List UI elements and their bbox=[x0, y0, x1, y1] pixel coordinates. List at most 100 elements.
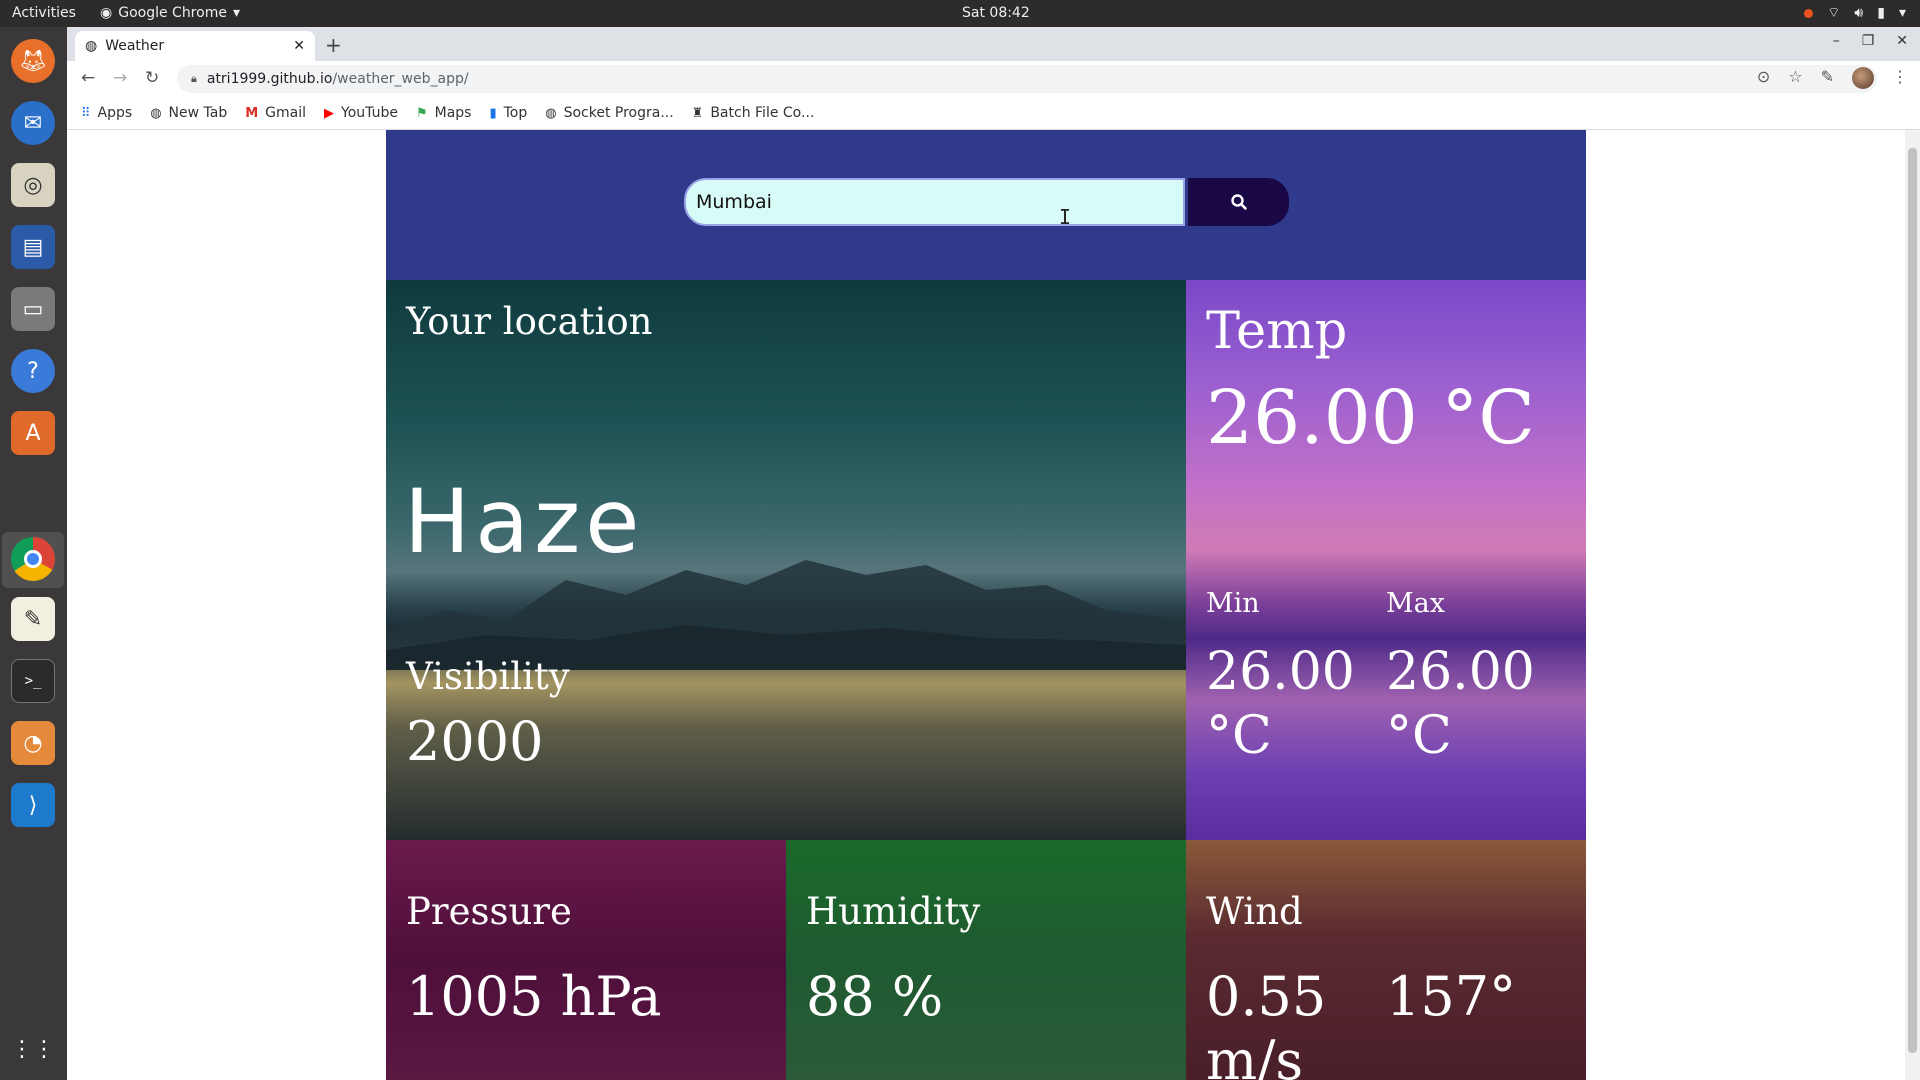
software-center-icon[interactable]: A bbox=[11, 411, 55, 455]
back-icon[interactable]: ← bbox=[81, 68, 95, 88]
bar-chart-icon: ▮ bbox=[489, 105, 497, 121]
text-cursor-icon: I bbox=[1059, 205, 1072, 229]
address-bar[interactable]: 🔒︎ atri1999.github.io /weather_web_app/ bbox=[177, 65, 1877, 93]
system-tray[interactable]: ⌔ 🔊︎ ▮ ▾ bbox=[1804, 4, 1906, 22]
tab-weather[interactable]: ◍ Weather ✕ bbox=[75, 31, 315, 61]
pressure-card: Pressure 1005 hPa bbox=[386, 840, 786, 1080]
firefox-icon[interactable]: 🦊︎ bbox=[11, 39, 55, 83]
window-controls: – ❐ ✕ bbox=[1833, 33, 1908, 49]
visibility-label: Visibility bbox=[406, 655, 570, 698]
battery-icon: ▮ bbox=[1877, 5, 1885, 21]
globe-icon: ◍ bbox=[85, 38, 98, 54]
bookmark-socket-programming[interactable]: ◍ Socket Progra... bbox=[545, 105, 673, 121]
scrollbar-thumb[interactable] bbox=[1908, 148, 1917, 1053]
location-label: Your location bbox=[406, 300, 653, 343]
min-temp-value: 26.00 °C bbox=[1206, 642, 1355, 766]
chrome-dock-icon[interactable] bbox=[11, 537, 55, 581]
pressure-label: Pressure bbox=[406, 890, 572, 933]
chevron-down-icon: ▾ bbox=[232, 5, 240, 21]
temperature-card: Temp 26.00 °C Min Max 26.00 °C 26.00 °C bbox=[1186, 280, 1586, 840]
location-card: Your location Haze Visibility 2000 bbox=[386, 280, 1186, 840]
humidity-value: 88 % bbox=[806, 965, 944, 1028]
visibility-value: 2000 bbox=[406, 710, 544, 773]
vscode-icon[interactable]: ⟩ bbox=[11, 783, 55, 827]
thunderbird-icon[interactable]: ✉ bbox=[11, 101, 55, 145]
search-header: I bbox=[386, 130, 1586, 280]
files-icon[interactable]: ▭ bbox=[11, 287, 55, 331]
pressure-value: 1005 hPa bbox=[406, 965, 662, 1028]
blender-icon[interactable]: ◔ bbox=[11, 721, 55, 765]
bookmark-new-tab[interactable]: ◍ New Tab bbox=[150, 105, 227, 121]
search-icon bbox=[1230, 194, 1247, 210]
bookmark-label: Gmail bbox=[265, 105, 307, 121]
gmail-icon: M bbox=[245, 105, 259, 121]
tab-title: Weather bbox=[105, 38, 165, 54]
app-menu-label: Google Chrome bbox=[118, 5, 227, 21]
libreoffice-writer-icon[interactable]: ▤ bbox=[11, 225, 55, 269]
temp-label: Temp bbox=[1206, 302, 1348, 361]
profile-avatar[interactable] bbox=[1852, 67, 1874, 89]
restore-icon[interactable]: ❐ bbox=[1862, 33, 1875, 49]
wifi-icon: ⌔ bbox=[1827, 5, 1841, 21]
bookmark-label: Socket Progra... bbox=[563, 105, 674, 121]
bookmark-label: New Tab bbox=[168, 105, 228, 121]
forward-icon[interactable]: → bbox=[113, 68, 127, 88]
toolbar-actions: ⊙ ☆ ✎ ⋮ bbox=[1757, 67, 1908, 89]
text-editor-icon[interactable]: ✎ bbox=[11, 597, 55, 641]
terminal-icon[interactable]: >_ bbox=[11, 659, 55, 703]
bookmark-maps[interactable]: ⚑ Maps bbox=[416, 105, 472, 121]
dock: 🦊︎ ✉ ◎ ▤ ▭ ? A ✎ >_ ◔ ⟩ ⋮⋮ bbox=[0, 27, 67, 1080]
show-applications-icon[interactable]: ⋮⋮ bbox=[11, 1027, 55, 1071]
wind-card: Wind 0.55 m/s 157° bbox=[1186, 840, 1586, 1080]
page-viewport: I Your location Haze Visibility 2000 Tem… bbox=[67, 130, 1920, 1080]
help-icon[interactable]: ? bbox=[11, 349, 55, 393]
weather-condition: Haze bbox=[404, 470, 645, 573]
wind-direction-value: 157° bbox=[1386, 965, 1517, 1028]
close-window-icon[interactable]: ✕ bbox=[1896, 33, 1908, 49]
bookmarks-bar: ⠿ Apps ◍ New Tab M Gmail ▶ YouTube ⚑ Maps ▮ To… bbox=[67, 97, 1920, 130]
clock[interactable]: Sat 08:42 bbox=[962, 5, 1030, 21]
bookmark-batch-file[interactable]: ♜ Batch File Co... bbox=[692, 105, 815, 121]
notification-dot-icon bbox=[1804, 8, 1814, 18]
maps-icon: ⚑ bbox=[415, 105, 428, 121]
extensions-icon[interactable]: ✎ bbox=[1821, 67, 1834, 89]
location-icon[interactable]: ⊙ bbox=[1757, 67, 1770, 89]
search-button[interactable] bbox=[1188, 178, 1289, 226]
wind-label: Wind bbox=[1206, 890, 1303, 933]
bookmark-youtube[interactable]: ▶ YouTube bbox=[324, 105, 398, 121]
bookmark-apps[interactable]: ⠿ Apps bbox=[81, 105, 132, 121]
volume-icon: 🔊︎ bbox=[1854, 5, 1864, 21]
globe-icon: ◍ bbox=[545, 105, 557, 121]
rhythmbox-icon[interactable]: ◎ bbox=[11, 163, 55, 207]
weather-app: I Your location Haze Visibility 2000 Tem… bbox=[386, 130, 1586, 1080]
system-top-bar: Activities ◉ Google Chrome ▾ Sat 08:42 ⌔… bbox=[0, 0, 1920, 27]
menu-icon[interactable]: ⋮ bbox=[1892, 67, 1908, 89]
chrome-icon: ◉ bbox=[100, 5, 113, 21]
bookmark-icon: ♜ bbox=[691, 105, 704, 121]
browser-toolbar: ← → ↻ 🔒︎ atri1999.github.io /weather_web… bbox=[67, 61, 1920, 97]
bookmark-label: Apps bbox=[97, 105, 133, 121]
reload-icon[interactable]: ↻ bbox=[145, 68, 159, 88]
activities-button[interactable]: Activities bbox=[12, 5, 76, 21]
bookmark-top[interactable]: ▮ Top bbox=[489, 105, 527, 121]
app-menu[interactable]: ◉ Google Chrome ▾ bbox=[100, 5, 240, 21]
close-tab-icon[interactable]: ✕ bbox=[293, 38, 305, 54]
url-path: /weather_web_app/ bbox=[332, 71, 469, 87]
page-scrollbar[interactable] bbox=[1905, 130, 1920, 1080]
bookmark-label: Batch File Co... bbox=[710, 105, 815, 121]
bookmark-label: Top bbox=[503, 105, 528, 121]
lock-icon: 🔒︎ bbox=[191, 72, 197, 85]
bookmark-label: YouTube bbox=[341, 105, 398, 121]
bookmark-label: Maps bbox=[434, 105, 472, 121]
bookmark-star-icon[interactable]: ☆ bbox=[1788, 67, 1802, 89]
min-temp-label: Min bbox=[1206, 588, 1260, 619]
humidity-card: Humidity 88 % bbox=[786, 840, 1186, 1080]
max-temp-label: Max bbox=[1386, 588, 1445, 619]
globe-icon: ◍ bbox=[150, 105, 162, 121]
chevron-down-icon: ▾ bbox=[1898, 5, 1906, 21]
city-search-input[interactable] bbox=[684, 178, 1185, 226]
tab-strip: ◍ Weather ✕ + – ❐ ✕ bbox=[67, 27, 1920, 61]
minimize-icon[interactable]: – bbox=[1833, 33, 1840, 49]
new-tab-button[interactable]: + bbox=[325, 33, 342, 57]
bookmark-gmail[interactable]: M Gmail bbox=[245, 105, 306, 121]
